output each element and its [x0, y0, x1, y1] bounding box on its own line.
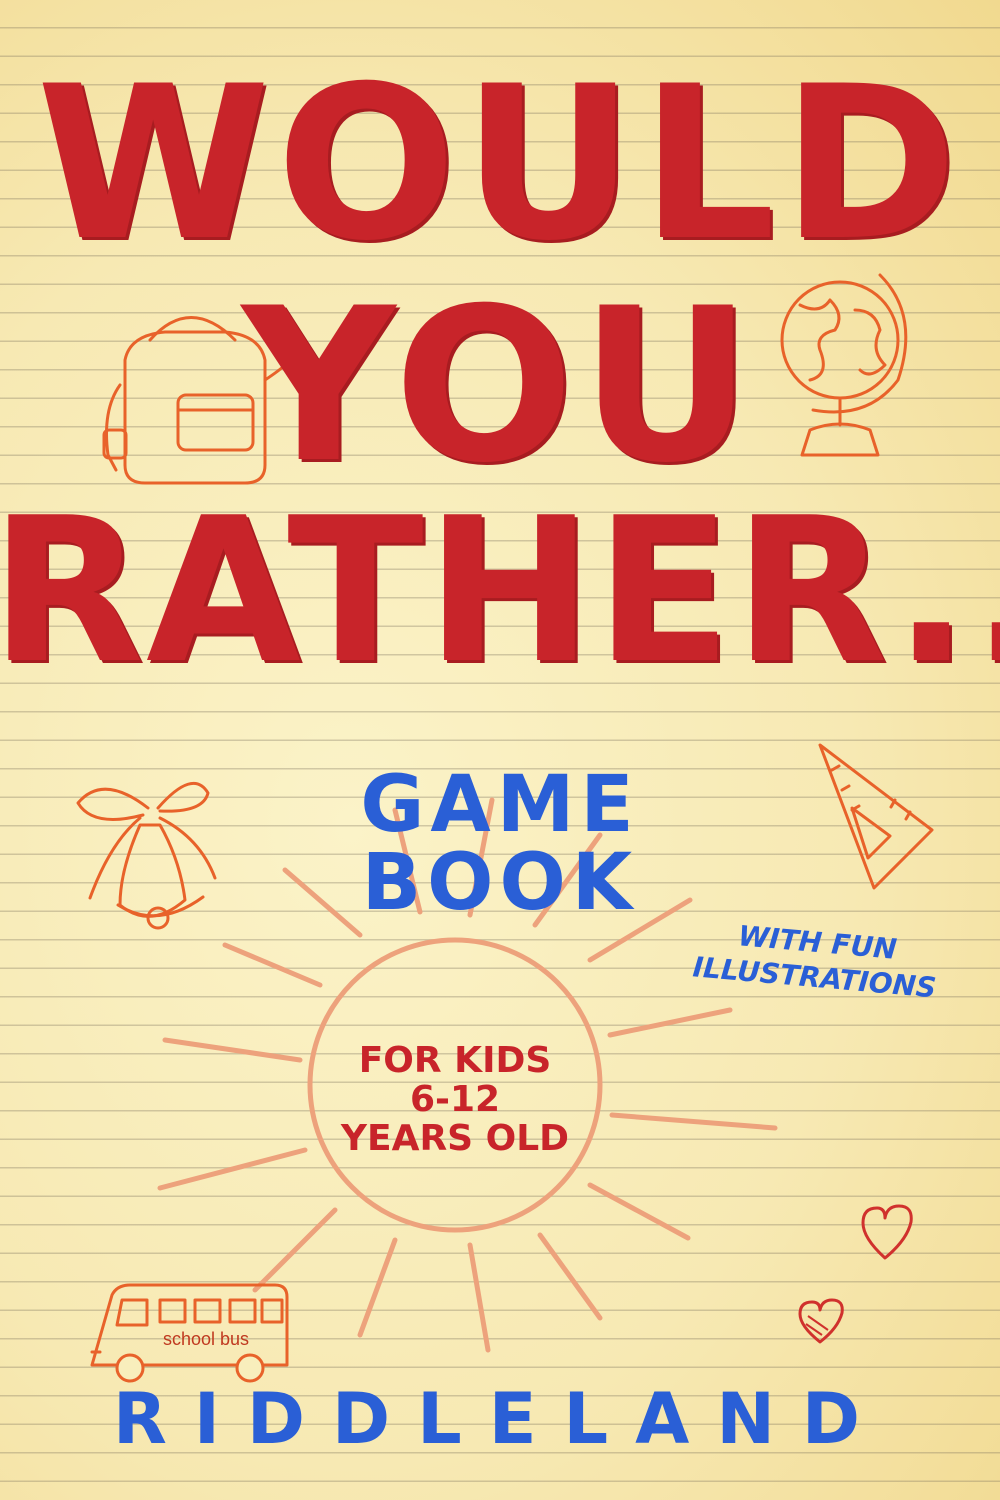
- publisher-brand: RIDDLELAND: [112, 1378, 888, 1460]
- title-line-rather: RATHER....: [0, 475, 1000, 708]
- subtitle: GAME BOOK: [360, 760, 640, 928]
- audience-line-2: 6-12: [409, 1078, 501, 1120]
- title-line-would: WOULD: [36, 40, 964, 287]
- audience-line-3: YEARS OLD: [340, 1117, 570, 1159]
- bell-icon: [76, 782, 217, 930]
- audience-line-1: FOR KIDS: [358, 1040, 552, 1081]
- title-line-you: YOU: [241, 262, 759, 509]
- book-cover: school bus WOULD YOU RATHER.... GAME BOO…: [0, 0, 1000, 1500]
- audience-label: FOR KIDS 6-12 YEARS OLD: [310, 1040, 600, 1159]
- heart-icon: [798, 1298, 844, 1344]
- set-square-icon: [818, 743, 934, 890]
- bus-label: school bus: [163, 1329, 249, 1349]
- heart-icon: [861, 1204, 913, 1260]
